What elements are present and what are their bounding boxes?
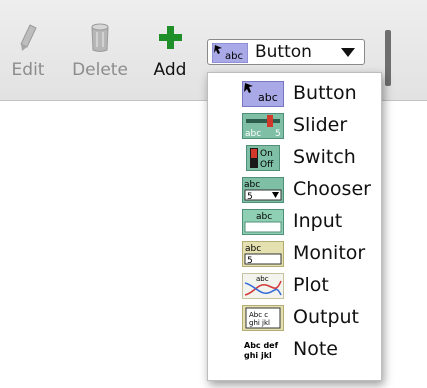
- note-widget-icon: Abc def ghi jkl: [244, 341, 279, 360]
- edit-button-label: Edit: [11, 60, 45, 80]
- widget-type-dropdown[interactable]: abc Button: [207, 39, 365, 65]
- add-button-label: Add: [153, 60, 187, 80]
- svg-text:abc: abc: [245, 244, 261, 254]
- plus-icon: [159, 26, 182, 49]
- svg-text:abc: abc: [245, 129, 261, 139]
- button-widget-icon: abc: [242, 81, 284, 107]
- delete-button-label: Delete: [72, 60, 128, 80]
- menu-item-button[interactable]: abc Button: [208, 78, 381, 110]
- svg-text:5: 5: [275, 129, 281, 139]
- svg-text:Abc def: Abc def: [244, 341, 279, 350]
- slider-widget-icon: abc 5: [242, 113, 284, 139]
- add-button[interactable]: Add: [148, 22, 192, 80]
- menu-item-label: Note: [293, 338, 338, 360]
- chooser-widget-icon: abc 5: [242, 177, 284, 203]
- svg-text:abc: abc: [256, 275, 269, 283]
- svg-text:Abc c: Abc c: [249, 311, 268, 319]
- svg-text:abc: abc: [256, 212, 272, 222]
- menu-item-chooser[interactable]: abc 5 Chooser: [208, 174, 381, 206]
- svg-text:abc: abc: [225, 51, 243, 62]
- menu-item-label: Output: [293, 306, 359, 328]
- menu-item-note[interactable]: Abc def ghi jkl Note: [208, 334, 381, 366]
- toolbar-separator: [385, 30, 391, 86]
- svg-text:ghi jkl: ghi jkl: [244, 351, 272, 360]
- svg-text:On: On: [260, 149, 273, 159]
- menu-item-label: Chooser: [293, 178, 371, 200]
- menu-item-label: Button: [293, 82, 357, 104]
- menu-item-output[interactable]: Abc c ghi jkl Output: [208, 302, 381, 334]
- pencil-icon: [20, 24, 37, 51]
- menu-item-label: Switch: [293, 146, 356, 168]
- menu-item-plot[interactable]: abc Plot: [208, 270, 381, 302]
- menu-item-label: Slider: [293, 114, 348, 136]
- delete-button[interactable]: Delete: [66, 22, 134, 80]
- input-widget-icon: abc: [242, 209, 284, 235]
- menu-item-label: Monitor: [293, 242, 366, 264]
- switch-widget-icon: On Off: [246, 145, 280, 171]
- widget-type-menu: abc Button abc 5 Slider On Off Switch ab…: [207, 72, 382, 381]
- monitor-widget-icon: abc 5: [242, 241, 284, 267]
- svg-text:abc: abc: [244, 180, 260, 190]
- menu-item-monitor[interactable]: abc 5 Monitor: [208, 238, 381, 270]
- output-widget-icon: Abc c ghi jkl: [242, 305, 284, 331]
- plot-widget-icon: abc: [242, 273, 284, 299]
- menu-item-label: Plot: [293, 274, 329, 296]
- menu-item-label: Input: [293, 210, 343, 232]
- menu-item-switch[interactable]: On Off Switch: [208, 142, 381, 174]
- menu-item-input[interactable]: abc Input: [208, 206, 381, 238]
- svg-text:Off: Off: [260, 160, 274, 170]
- edit-button[interactable]: Edit: [8, 22, 48, 80]
- widget-type-selected: Button: [255, 42, 312, 62]
- chevron-down-icon: [341, 48, 355, 57]
- menu-item-slider[interactable]: abc 5 Slider: [208, 110, 381, 142]
- svg-text:ghi jkl: ghi jkl: [249, 319, 270, 327]
- trash-icon: [91, 23, 109, 52]
- svg-text:abc: abc: [258, 91, 278, 104]
- svg-text:5: 5: [247, 192, 253, 202]
- button-widget-icon: abc: [212, 43, 248, 63]
- svg-text:5: 5: [247, 256, 253, 266]
